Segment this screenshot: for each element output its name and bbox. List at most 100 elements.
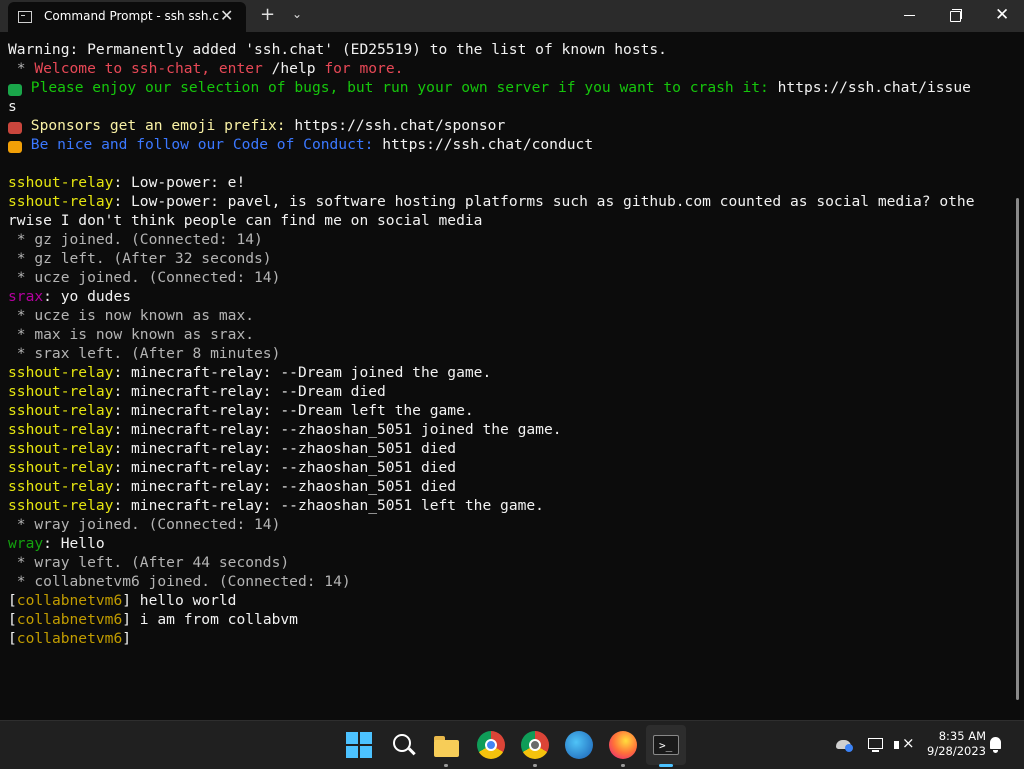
terminal-text: Be nice and follow our Code of Conduct:: [22, 136, 383, 153]
terminal-line: 😊 Be nice and follow our Code of Conduct…: [8, 135, 593, 154]
firefox-developer-icon[interactable]: [565, 731, 593, 759]
terminal-text: : minecraft-relay: --zhaoshan_5051 left …: [113, 497, 544, 514]
terminal-line: sshout-relay: minecraft-relay: --zhaosha…: [8, 496, 544, 515]
terminal-text: /help: [271, 60, 316, 77]
terminal-text: * ucze is now known as max.: [8, 307, 255, 324]
firefox-icon[interactable]: [609, 731, 637, 759]
terminal-line: * wray left. (After 44 seconds): [8, 553, 289, 572]
terminal-text: : Low-power: pavel, is software hosting …: [113, 193, 975, 210]
tab-command-prompt[interactable]: Command Prompt - ssh ssh.c ✕: [8, 2, 246, 32]
close-icon: ✕: [995, 5, 1010, 25]
terminal-text: : minecraft-relay: --zhaoshan_5051 died: [113, 459, 457, 476]
running-indicator: [533, 764, 537, 767]
terminal-line: sshout-relay: Low-power: pavel, is softw…: [8, 192, 974, 211]
terminal-text: *: [8, 60, 35, 77]
chrome-dev-icon[interactable]: [521, 731, 549, 759]
terminal-line: sshout-relay: minecraft-relay: --zhaosha…: [8, 458, 456, 477]
terminal-line: * max is now known as srax.: [8, 325, 254, 344]
terminal-output[interactable]: Warning: Permanently added 'ssh.chat' (E…: [0, 40, 1012, 716]
close-window-button[interactable]: ✕: [978, 0, 1024, 32]
terminal-text: sshout-relay: [8, 193, 114, 210]
terminal-text: sshout-relay: [8, 497, 114, 514]
terminal-scrollbar[interactable]: [1016, 198, 1019, 700]
tab-close-button[interactable]: ✕: [220, 6, 233, 25]
terminal-text: : minecraft-relay: --zhaoshan_5051 died: [113, 478, 457, 495]
terminal-text: : minecraft-relay: --Dream died: [113, 383, 386, 400]
terminal-line: * gz left. (After 32 seconds): [8, 249, 272, 268]
taskbar: >_ 8:35 AM 9/28/2023: [0, 720, 1024, 769]
terminal-text: * ucze joined. (Connected: 14): [8, 269, 281, 286]
terminal-text: : minecraft-relay: --zhaoshan_5051 died: [113, 440, 457, 457]
title-bar: Command Prompt - ssh ssh.c ✕ + ⌄ ✕: [0, 0, 1024, 32]
terminal-line: * gz joined. (Connected: 14): [8, 230, 263, 249]
bug-emoji-icon: 🐛: [8, 84, 22, 96]
command-prompt-icon: [18, 11, 32, 23]
tab-dropdown-button[interactable]: ⌄: [292, 7, 302, 21]
terminal-line: [collabnetvm6] hello world: [8, 591, 236, 610]
terminal-line: sshout-relay: Low-power: e!: [8, 173, 245, 192]
new-tab-button[interactable]: +: [260, 4, 275, 25]
terminal-text: ] hello world: [122, 592, 237, 609]
terminal-text: : minecraft-relay: --Dream joined the ga…: [113, 364, 492, 381]
minimize-button[interactable]: [886, 0, 932, 32]
terminal-line: * collabnetvm6 joined. (Connected: 14): [8, 572, 351, 591]
terminal-line: sshout-relay: minecraft-relay: --zhaosha…: [8, 477, 456, 496]
terminal-line: * ucze joined. (Connected: 14): [8, 268, 281, 287]
maximize-button[interactable]: [932, 0, 978, 32]
terminal-line: sshout-relay: minecraft-relay: --Dream j…: [8, 363, 491, 382]
terminal-text: sshout-relay: [8, 364, 114, 381]
running-indicator: [444, 764, 448, 767]
terminal-line: sshout-relay: minecraft-relay: --Dream l…: [8, 401, 474, 420]
terminal-text: : minecraft-relay: --zhaoshan_5051 joine…: [113, 421, 562, 438]
terminal-text: : yo dudes: [43, 288, 132, 305]
terminal-text: : Low-power: e!: [113, 174, 246, 191]
terminal-text: collabnetvm6: [16, 630, 123, 647]
notification-bell-icon[interactable]: [987, 735, 1005, 755]
terminal-text: sshout-relay: [8, 383, 114, 400]
terminal-text: Sponsors get an emoji prefix:: [22, 117, 295, 134]
clock-time: 8:35 AM: [938, 729, 986, 743]
terminal-line: * ucze is now known as max.: [8, 306, 254, 325]
network-icon[interactable]: [866, 735, 886, 755]
terminal-text: * srax left. (After 8 minutes): [8, 345, 281, 362]
terminal-text: Please enjoy our selection of bugs, but …: [22, 79, 778, 96]
terminal-text: * gz joined. (Connected: 14): [8, 231, 263, 248]
terminal-text: https://ssh.chat/issue: [777, 79, 971, 96]
terminal-line: 🐛 Please enjoy our selection of bugs, bu…: [8, 78, 971, 97]
hat-emoji-icon: 🎩: [8, 122, 22, 134]
terminal-line: [collabnetvm6] i am from collabvm: [8, 610, 298, 629]
terminal-line: Warning: Permanently added 'ssh.chat' (E…: [8, 40, 667, 59]
terminal-text: * collabnetvm6 joined. (Connected: 14): [8, 573, 351, 590]
terminal-line: rwise I don't think people can find me o…: [8, 211, 482, 230]
terminal-line: * srax left. (After 8 minutes): [8, 344, 281, 363]
folder-icon[interactable]: [432, 731, 460, 759]
clock-date: 9/28/2023: [927, 744, 986, 758]
terminal-glyph: >_: [659, 739, 673, 752]
running-indicator: [621, 764, 625, 767]
terminal-text: [: [8, 611, 17, 628]
volume-muted-icon[interactable]: [893, 734, 915, 755]
clock[interactable]: 8:35 AM 9/28/2023: [918, 729, 986, 759]
terminal-text: sshout-relay: [8, 402, 114, 419]
terminal-text: https://ssh.chat/conduct: [382, 136, 594, 153]
terminal-text: [: [8, 630, 17, 647]
terminal-line: wray: Hello: [8, 534, 105, 553]
terminal-line: * wray joined. (Connected: 14): [8, 515, 281, 534]
windows-logo-icon[interactable]: [345, 731, 373, 759]
terminal-text: wray: [8, 535, 44, 552]
terminal-text: srax: [8, 288, 44, 305]
chrome-icon[interactable]: [477, 731, 505, 759]
terminal-text: * wray left. (After 44 seconds): [8, 554, 290, 571]
terminal-text: Welcome to ssh-chat, enter: [34, 60, 272, 77]
terminal-icon[interactable]: >_: [652, 731, 680, 759]
onedrive-icon[interactable]: [835, 735, 855, 755]
search-icon[interactable]: [390, 731, 418, 759]
terminal-text: sshout-relay: [8, 421, 114, 438]
tab-title: Command Prompt - ssh ssh.c: [44, 9, 219, 23]
terminal-text: rwise I don't think people can find me o…: [8, 212, 483, 229]
terminal-text: ]: [122, 630, 132, 647]
terminal-line: 🎩 Sponsors get an emoji prefix: https://…: [8, 116, 505, 135]
terminal-text: sshout-relay: [8, 478, 114, 495]
terminal-text: for more.: [315, 60, 404, 77]
terminal-text: ] i am from collabvm: [122, 611, 298, 628]
